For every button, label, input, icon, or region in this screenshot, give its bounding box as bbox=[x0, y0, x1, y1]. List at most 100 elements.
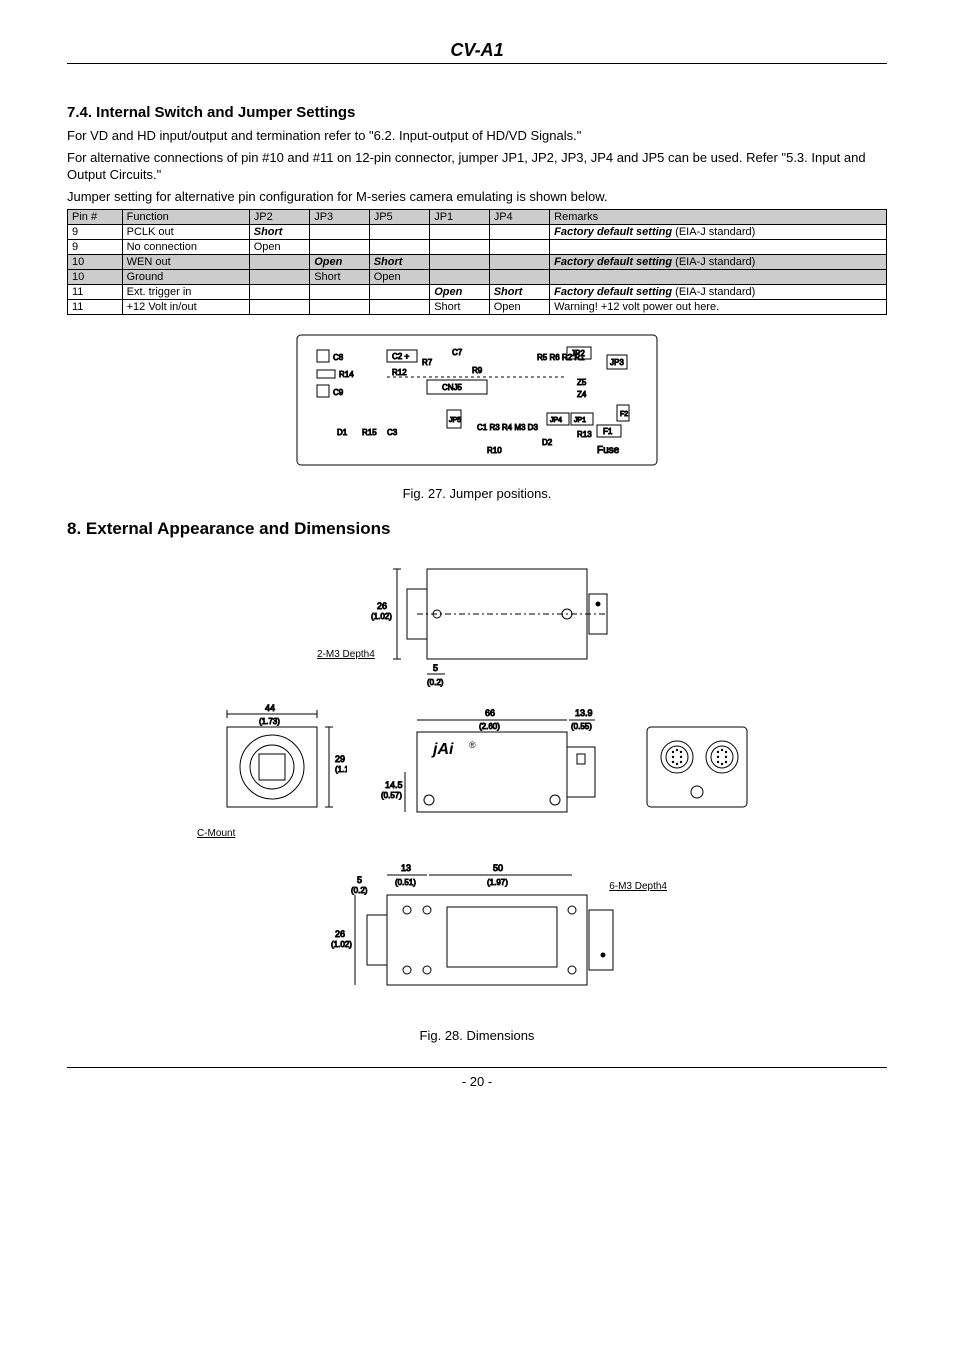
svg-text:D2: D2 bbox=[542, 438, 553, 447]
table-cell bbox=[489, 225, 549, 240]
svg-text:(1.14): (1.14) bbox=[335, 765, 347, 774]
table-cell bbox=[430, 255, 490, 270]
table-cell: 10 bbox=[68, 270, 123, 285]
table-cell bbox=[369, 225, 429, 240]
pcb-diagram: C8 R14 C9 C2 + R12 R7 C7 R9 CNJ5 JP2 JP3… bbox=[67, 325, 887, 478]
svg-text:C1 R3 R4 M3 D3: C1 R3 R4 M3 D3 bbox=[477, 423, 538, 432]
para3: Jumper setting for alternative pin confi… bbox=[67, 188, 887, 206]
table-cell: 11 bbox=[68, 300, 123, 315]
svg-text:JP3: JP3 bbox=[610, 358, 624, 367]
table-row: 9No connectionOpen bbox=[68, 240, 887, 255]
table-cell: Open bbox=[430, 285, 490, 300]
svg-text:(0.51): (0.51) bbox=[395, 878, 416, 887]
fig27-caption: Fig. 27. Jumper positions. bbox=[67, 486, 887, 501]
cmount-label: C-Mount bbox=[197, 828, 235, 839]
svg-text:R5 R6 R2 R1: R5 R6 R2 R1 bbox=[537, 353, 585, 362]
table-cell bbox=[310, 285, 370, 300]
svg-text:jAi: jAi bbox=[431, 741, 454, 758]
svg-text:5: 5 bbox=[433, 663, 438, 673]
screw-label: 2-M3 Depth4 bbox=[317, 649, 375, 660]
svg-text:D1: D1 bbox=[337, 428, 348, 437]
svg-text:Fuse: Fuse bbox=[597, 445, 620, 456]
front-view-diagram: 44 (1.73) 29 (1.14) C-Mount bbox=[197, 702, 347, 835]
table-cell bbox=[430, 270, 490, 285]
top-view-diagram: 26 (1.02) 5 (0.2) 2-M3 Depth4 bbox=[337, 549, 617, 692]
table-cell: Short bbox=[249, 225, 309, 240]
table-cell: 9 bbox=[68, 240, 123, 255]
rear-view-diagram bbox=[637, 712, 757, 825]
svg-text:13: 13 bbox=[401, 863, 411, 873]
svg-text:13.9: 13.9 bbox=[575, 708, 593, 718]
svg-text:F2: F2 bbox=[620, 411, 628, 418]
bottom-view-diagram: 5 (0.2) 13 (0.51) 50 (1.97) 26 (1.02) 6-… bbox=[317, 845, 637, 1018]
table-cell bbox=[489, 270, 549, 285]
svg-text:26: 26 bbox=[335, 929, 345, 939]
svg-text:29: 29 bbox=[335, 754, 345, 764]
table-cell: Open bbox=[310, 255, 370, 270]
svg-text:JP4: JP4 bbox=[550, 417, 562, 424]
table-cell bbox=[489, 255, 549, 270]
table-cell: 10 bbox=[68, 255, 123, 270]
svg-text:C2 +: C2 + bbox=[392, 352, 409, 361]
table-cell: 9 bbox=[68, 225, 123, 240]
table-cell: Short bbox=[369, 255, 429, 270]
table-cell: Open bbox=[369, 270, 429, 285]
svg-text:44: 44 bbox=[265, 703, 275, 713]
svg-text:C8: C8 bbox=[333, 353, 344, 362]
svg-text:(1.02): (1.02) bbox=[371, 612, 392, 621]
table-cell bbox=[310, 300, 370, 315]
table-row: 10GroundShortOpen bbox=[68, 270, 887, 285]
section-7-4-title: 7.4. Internal Switch and Jumper Settings bbox=[67, 104, 887, 121]
svg-text:(1.97): (1.97) bbox=[487, 878, 508, 887]
svg-text:R7: R7 bbox=[422, 358, 433, 367]
table-cell bbox=[369, 285, 429, 300]
svg-text:Z4: Z4 bbox=[577, 390, 587, 399]
side-view-diagram: jAi ® 66 (2.60) 13.9 (0.55) 14.5 (0.57) bbox=[377, 702, 607, 835]
svg-text:R9: R9 bbox=[472, 366, 483, 375]
table-cell: Open bbox=[249, 240, 309, 255]
table-row: 11Ext. trigger inOpenShortFactory defaul… bbox=[68, 285, 887, 300]
svg-text:(0.2): (0.2) bbox=[351, 886, 368, 895]
svg-text:CNJ5: CNJ5 bbox=[442, 383, 463, 392]
svg-text:50: 50 bbox=[493, 863, 503, 873]
svg-text:66: 66 bbox=[485, 708, 495, 718]
table-cell: Short bbox=[430, 300, 490, 315]
table-cell-remarks: Warning! +12 volt power out here. bbox=[550, 300, 887, 315]
table-cell: PCLK out bbox=[122, 225, 249, 240]
table-cell bbox=[489, 240, 549, 255]
svg-text:R12: R12 bbox=[392, 368, 407, 377]
svg-text:(2.60): (2.60) bbox=[479, 722, 500, 731]
svg-text:(0.55): (0.55) bbox=[571, 722, 592, 731]
table-header: Remarks bbox=[550, 210, 887, 225]
page-header: CV-A1 bbox=[67, 40, 887, 64]
table-cell bbox=[430, 225, 490, 240]
svg-text:(1.02): (1.02) bbox=[331, 940, 352, 949]
svg-text:R15: R15 bbox=[362, 428, 377, 437]
table-cell bbox=[310, 240, 370, 255]
svg-text:5: 5 bbox=[357, 875, 362, 885]
table-header: JP2 bbox=[249, 210, 309, 225]
svg-text:JP5: JP5 bbox=[449, 417, 461, 424]
svg-text:R14: R14 bbox=[339, 370, 354, 379]
page-number: - 20 - bbox=[67, 1067, 887, 1089]
table-header: Function bbox=[122, 210, 249, 225]
table-cell-remarks bbox=[550, 240, 887, 255]
table-cell-remarks: Factory default setting (EIA-J standard) bbox=[550, 225, 887, 240]
table-row: 10WEN outOpenShortFactory default settin… bbox=[68, 255, 887, 270]
table-cell: Short bbox=[489, 285, 549, 300]
table-cell-remarks: Factory default setting (EIA-J standard) bbox=[550, 255, 887, 270]
table-cell bbox=[310, 225, 370, 240]
svg-text:C7: C7 bbox=[452, 348, 463, 357]
svg-text:14.5: 14.5 bbox=[385, 780, 403, 790]
svg-text:(0.57): (0.57) bbox=[381, 791, 402, 800]
table-header: JP5 bbox=[369, 210, 429, 225]
table-cell: Ground bbox=[122, 270, 249, 285]
table-row: 11+12 Volt in/outShortOpenWarning! +12 v… bbox=[68, 300, 887, 315]
table-cell bbox=[369, 240, 429, 255]
svg-text:JP1: JP1 bbox=[574, 417, 586, 424]
svg-text:R10: R10 bbox=[487, 446, 502, 455]
table-cell: No connection bbox=[122, 240, 249, 255]
svg-text:(1.73): (1.73) bbox=[259, 717, 280, 726]
table-header: Pin # bbox=[68, 210, 123, 225]
svg-text:C3: C3 bbox=[387, 428, 398, 437]
